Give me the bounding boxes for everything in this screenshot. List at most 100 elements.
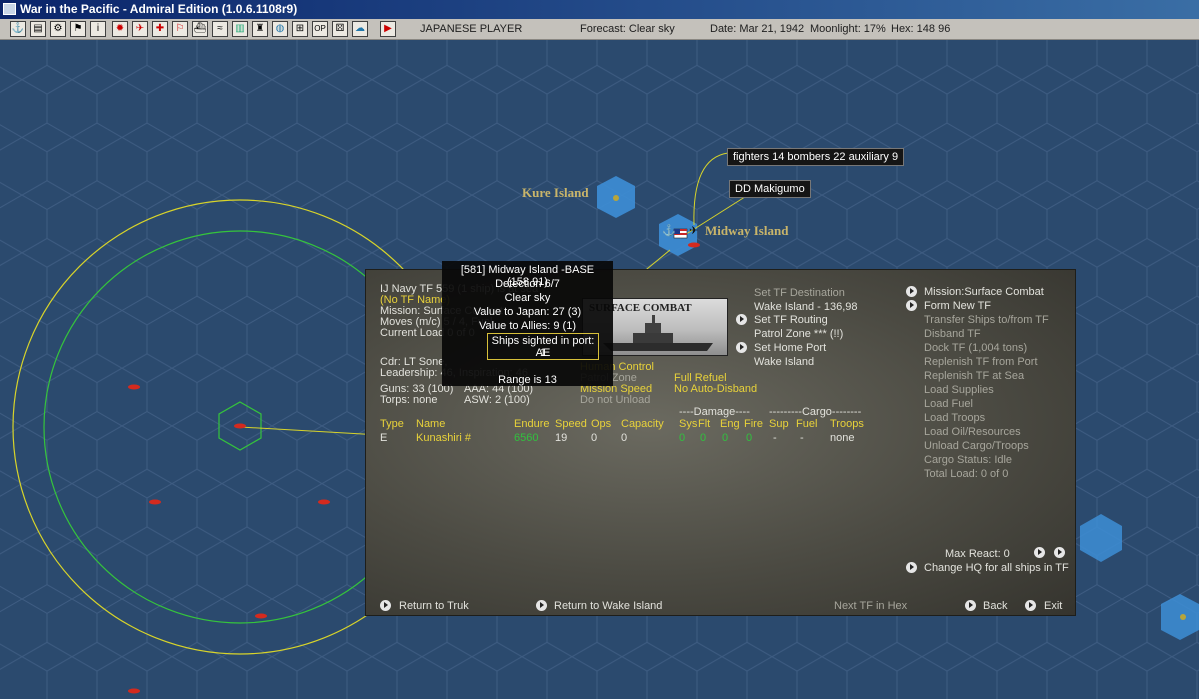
col-type[interactable]: Type [380, 418, 404, 430]
change-hq-arrow-icon[interactable] [906, 562, 917, 573]
form-new-arrow-icon[interactable] [906, 300, 917, 311]
return-truk-arrow-icon[interactable] [380, 600, 391, 611]
window-title: War in the Pacific - Admiral Edition (1.… [20, 2, 298, 16]
ship-name[interactable]: Kunashiri # [416, 432, 471, 444]
home-port-arrow-icon[interactable] [736, 342, 747, 353]
col-fuel[interactable]: Fuel [796, 418, 817, 430]
load-oil-button[interactable]: Load Oil/Resources [924, 426, 1021, 438]
cargo-header: ---------Cargo-------- [769, 406, 862, 418]
gear-icon[interactable]: ⚙ [50, 21, 66, 37]
load-fuel-button[interactable]: Load Fuel [924, 398, 973, 410]
ship-endure: 6560 [514, 432, 539, 444]
routing-arrow-icon[interactable] [736, 314, 747, 325]
cloud-icon[interactable]: ☁ [352, 21, 368, 37]
transfer-ships-button[interactable]: Transfer Ships to/from TF [924, 314, 1049, 326]
load-troops-button[interactable]: Load Troops [924, 412, 985, 424]
info-icon[interactable]: i [90, 21, 106, 37]
end-turn-icon[interactable]: ▶ [380, 21, 396, 37]
ship-icon[interactable]: ⛴ [192, 21, 208, 37]
col-speed[interactable]: Speed [555, 418, 587, 430]
aircraft-popup: fighters 14 bombers 22 auxiliary 9 [727, 148, 905, 166]
max-react: Max React: 0 [945, 548, 1010, 560]
do-not-unload-option[interactable]: Do not Unload [580, 394, 650, 406]
forecast-label: Forecast: Clear sky [580, 23, 675, 35]
wave-icon[interactable]: ≈ [212, 21, 228, 37]
dock-tf-button[interactable]: Dock TF (1,004 tons) [924, 342, 1027, 354]
col-flt[interactable]: Flt [698, 418, 710, 430]
tooltip-range: Range is 13 [498, 374, 557, 386]
react-next-arrow-icon[interactable] [1034, 547, 1045, 558]
ship-popup: DD Makigumo [729, 180, 811, 198]
ship-speed: 19 [555, 432, 568, 444]
mission-button[interactable]: Mission:Surface Combat [924, 286, 1044, 298]
set-routing-button[interactable]: Set TF Routing [754, 314, 828, 326]
midway-island-label: Midway Island [705, 223, 789, 238]
ops-icon[interactable]: OP [312, 21, 328, 37]
anchor-icon[interactable]: ⚓ [10, 21, 26, 37]
return-to-wake-button[interactable]: Return to Wake Island [554, 600, 662, 612]
plane-icon[interactable]: ✈ [132, 21, 148, 37]
total-load: Total Load: 0 of 0 [924, 468, 1009, 480]
document-icon[interactable]: ▤ [30, 21, 46, 37]
chart-icon[interactable]: ▥ [232, 21, 248, 37]
map-icon[interactable]: ⊞ [292, 21, 308, 37]
ship-ops: 0 [591, 432, 598, 444]
dice-icon[interactable]: ⚄ [332, 21, 348, 37]
home-port-value: Wake Island [754, 356, 815, 368]
no-auto-disband-option[interactable]: No Auto-Disband [674, 383, 757, 395]
ground-unit-icon[interactable]: ✚ [152, 21, 168, 37]
unload-cargo-button[interactable]: Unload Cargo/Troops [924, 440, 1029, 452]
ship-sup: - [773, 432, 777, 444]
col-troops[interactable]: Troops [830, 418, 864, 430]
exit-button[interactable]: Exit [1044, 600, 1062, 612]
flag-icon[interactable]: ⚑ [70, 21, 86, 37]
return-to-truk-button[interactable]: Return to Truk [399, 600, 469, 612]
ship-eng: 0 [722, 432, 729, 444]
disband-tf-button[interactable]: Disband TF [924, 328, 981, 340]
factory-icon[interactable]: ♜ [252, 21, 268, 37]
back-button[interactable]: Back [983, 600, 1007, 612]
rising-sun-icon[interactable]: ✹ [112, 21, 128, 37]
base-tooltip: [581] Midway Island -BASE (158,91) Detec… [442, 261, 613, 386]
hex-label: Hex: 148 96 [891, 23, 951, 35]
mission-arrow-icon[interactable] [906, 286, 917, 297]
tooltip-value-allies: Value to Allies: 9 (1) [478, 320, 576, 332]
tooltip-value-japan: Value to Japan: 27 (3) [473, 306, 582, 318]
col-capacity[interactable]: Capacity [621, 418, 664, 430]
return-wake-arrow-icon[interactable] [536, 600, 547, 611]
replenish-sea-button[interactable]: Replenish TF at Sea [924, 370, 1024, 382]
globe-icon[interactable]: ◍ [272, 21, 288, 37]
us-flag-icon [673, 228, 688, 239]
back-arrow-icon[interactable] [965, 600, 976, 611]
flag-red-icon[interactable]: ⚐ [172, 21, 188, 37]
destination-value: Wake Island - 136,98 [754, 301, 858, 313]
ship-troops: none [830, 432, 855, 444]
moonlight-label: Moonlight: 17% [810, 23, 886, 35]
form-new-tf-button[interactable]: Form New TF [924, 300, 991, 312]
next-tf-button[interactable]: Next TF in Hex [834, 600, 907, 612]
replenish-port-button[interactable]: Replenish TF from Port [924, 356, 1038, 368]
col-endure[interactable]: Endure [514, 418, 549, 430]
tooltip-detection: Detection 6/7 [495, 278, 560, 290]
tf-torps: Torps: none [380, 394, 438, 406]
col-sys[interactable]: Sys [679, 418, 697, 430]
tooltip-ships-type: AE [535, 347, 551, 359]
set-destination-heading: Set TF Destination [754, 287, 845, 299]
col-eng[interactable]: Eng [720, 418, 740, 430]
ship-fire: 0 [746, 432, 753, 444]
col-sup[interactable]: Sup [769, 418, 789, 430]
exit-arrow-icon[interactable] [1025, 600, 1036, 611]
title-bar: War in the Pacific - Admiral Edition (1.… [0, 0, 1199, 19]
tooltip-weather: Clear sky [504, 292, 551, 304]
toolbar: ⚓ ▤ ⚙ ⚑ i ✹ ✈ ✚ ⚐ ⛴ ≈ ▥ ♜ ◍ ⊞ OP ⚄ ☁ ▶ J… [0, 19, 1199, 40]
col-fire[interactable]: Fire [744, 418, 763, 430]
col-name[interactable]: Name [416, 418, 445, 430]
load-supplies-button[interactable]: Load Supplies [924, 384, 994, 396]
patrol-value: Patrol Zone *** (!!) [754, 328, 844, 340]
cargo-status: Cargo Status: Idle [924, 454, 1013, 466]
col-ops[interactable]: Ops [591, 418, 611, 430]
change-hq-button[interactable]: Change HQ for all ships in TF [924, 562, 1069, 574]
set-home-port-button[interactable]: Set Home Port [754, 342, 826, 354]
damage-header: ----Damage---- [679, 406, 750, 418]
react-last-arrow-icon[interactable] [1054, 547, 1065, 558]
